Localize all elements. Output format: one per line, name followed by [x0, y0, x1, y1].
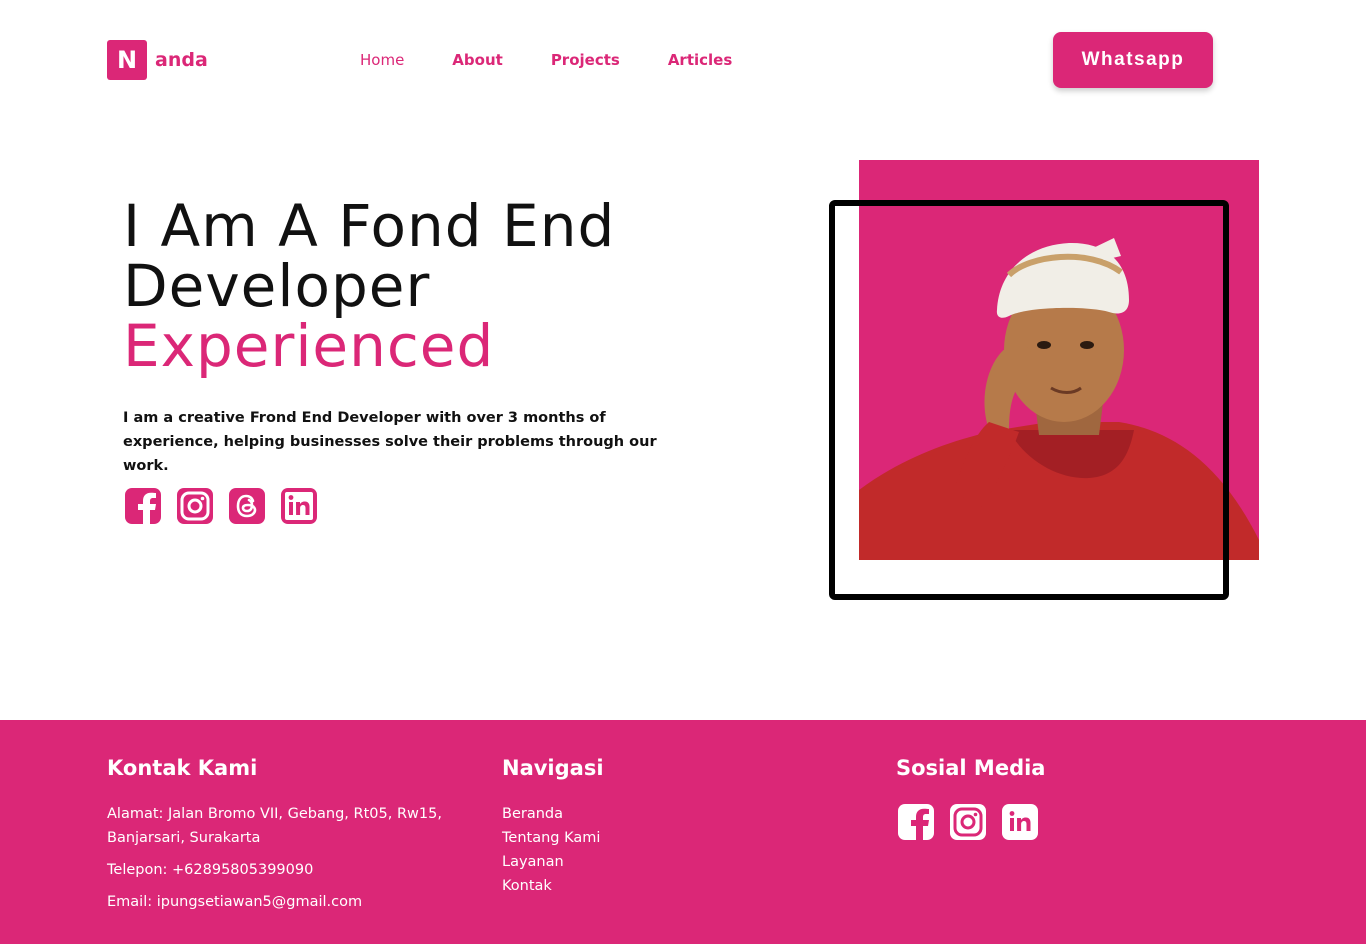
footer-link-kontak[interactable]: Kontak — [502, 874, 802, 898]
hero-title-line2: Developer — [123, 252, 431, 320]
linkedin-icon[interactable] — [1000, 802, 1040, 842]
hero-social-links — [123, 486, 331, 526]
logo-mark: N — [107, 40, 147, 80]
photo-frame — [829, 200, 1229, 600]
whatsapp-button[interactable]: Whatsapp — [1053, 32, 1213, 88]
footer-link-beranda[interactable]: Beranda — [502, 802, 802, 826]
footer-social-links — [896, 802, 1196, 842]
linkedin-icon[interactable] — [279, 486, 319, 526]
footer-link-layanan[interactable]: Layanan — [502, 850, 802, 874]
threads-icon[interactable] — [227, 486, 267, 526]
facebook-icon[interactable] — [123, 486, 163, 526]
footer-phone: Telepon: +628958053990​90 — [107, 862, 314, 878]
footer-contact: Kontak Kami Alamat: Jalan Bromo VII, Geb… — [107, 754, 457, 922]
nav-home[interactable]: Home — [360, 50, 404, 70]
footer-email: Email: ipungsetiawan5@gmail.com — [107, 894, 363, 910]
footer-contact-heading: Kontak Kami — [107, 756, 258, 780]
hero-title-accent: Experienced — [123, 312, 495, 380]
nav-projects[interactable]: Projects — [551, 50, 620, 70]
site-logo[interactable]: N anda — [107, 40, 208, 80]
footer-social: Sosial Media — [896, 754, 1196, 842]
instagram-icon[interactable] — [948, 802, 988, 842]
footer-navigation: Navigasi Beranda Tentang Kami Layanan Ko… — [502, 754, 802, 898]
footer-nav-heading: Navigasi — [502, 756, 604, 780]
site-header: N anda Home About Projects Articles What… — [0, 0, 1366, 120]
main-nav: Home About Projects Articles — [360, 50, 780, 70]
instagram-icon[interactable] — [175, 486, 215, 526]
hero-description: I am a creative Frond End Developer with… — [123, 410, 657, 474]
hero-title: I Am A Fond End Developer Experienced — [123, 196, 615, 376]
footer-address: Alamat: Jalan Bromo VII, Gebang, Rt05, R… — [107, 806, 442, 846]
hero-title-line1: I Am A Fond End — [123, 192, 616, 260]
nav-about[interactable]: About — [452, 50, 503, 70]
footer-link-tentang-kami[interactable]: Tentang Kami — [502, 826, 802, 850]
footer-social-heading: Sosial Media — [896, 756, 1046, 780]
logo-text: anda — [155, 49, 208, 71]
nav-articles[interactable]: Articles — [668, 50, 732, 70]
site-footer: Kontak Kami Alamat: Jalan Bromo VII, Geb… — [0, 720, 1366, 944]
facebook-icon[interactable] — [896, 802, 936, 842]
